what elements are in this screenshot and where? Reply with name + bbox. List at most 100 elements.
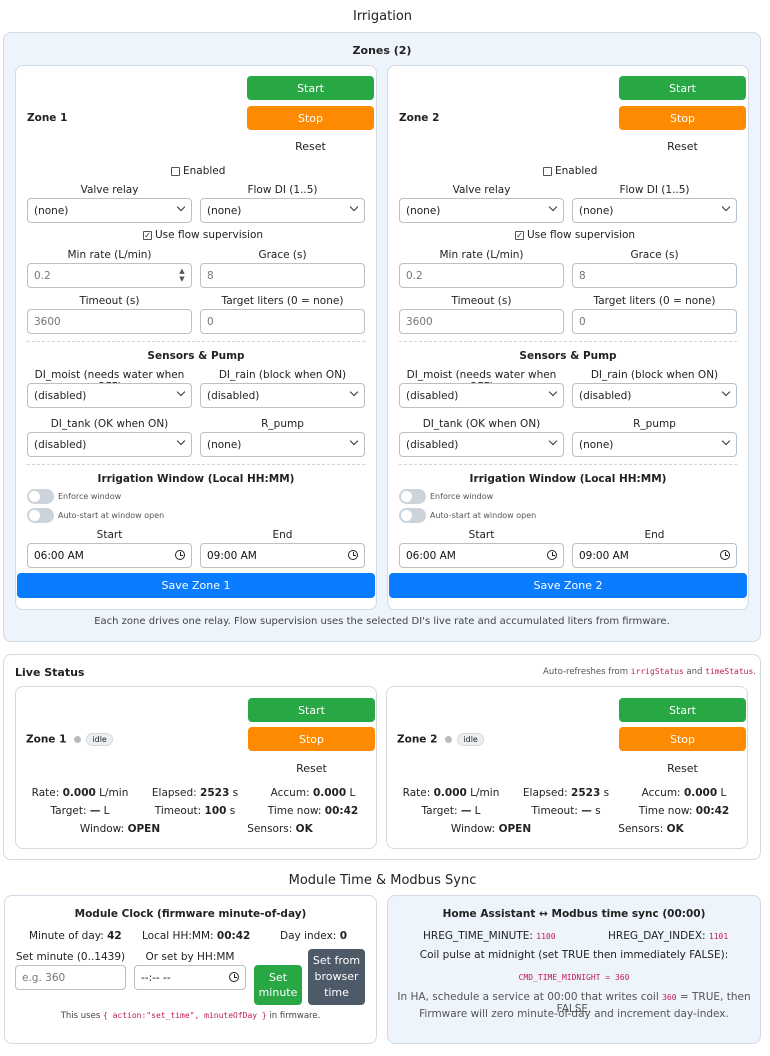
stop-button[interactable]: Stop (619, 727, 746, 751)
clock-icon[interactable] (175, 550, 185, 560)
set-minute-button[interactable]: Set minute (254, 965, 302, 1005)
autostart-toggle[interactable]: Auto-start at window open (399, 508, 536, 523)
min-rate-input[interactable]: 0.2 ▲ ▼ (27, 263, 192, 288)
minute-of-day: Minute of day: 42 (29, 930, 122, 942)
sensors-stat: Sensors: OK (618, 823, 684, 835)
use-flow-checkbox[interactable]: ✓ Use flow supervision (515, 229, 635, 241)
status-badge: idle (86, 733, 113, 746)
enforce-window-toggle[interactable]: Enforce window (27, 489, 121, 504)
stepper-icon[interactable]: ▲ ▼ (177, 267, 187, 284)
valve-relay-select[interactable]: (none) (399, 198, 564, 223)
clock-icon[interactable] (229, 972, 239, 982)
end-time-label: End (272, 529, 293, 541)
save-zone-button[interactable]: Save Zone 1 (17, 573, 375, 598)
start-button[interactable]: Start (247, 76, 374, 100)
use-flow-checkbox[interactable]: ✓ Use flow supervision (143, 229, 263, 241)
hreg-time-minute: HREG_TIME_MINUTE: 1100 (423, 930, 556, 942)
stop-button[interactable]: Stop (619, 106, 746, 130)
di-moist-select[interactable]: (disabled) (27, 383, 192, 408)
grace-label: Grace (s) (258, 249, 307, 261)
reset-button[interactable]: Reset (619, 762, 746, 775)
rate-stat: Rate: 0.000 L/min (402, 787, 500, 799)
r-pump-label: R_pump (261, 418, 304, 430)
grace-label: Grace (s) (630, 249, 679, 261)
start-button[interactable]: Start (248, 698, 375, 722)
module-clock-title: Module Clock (firmware minute-of-day) (74, 908, 307, 920)
r-pump-select[interactable]: (none) (200, 432, 365, 457)
hhmm-input[interactable]: --:-- -- (134, 965, 246, 990)
clock-icon[interactable] (547, 550, 557, 560)
grace-input[interactable]: 8 (572, 263, 737, 288)
status-badge: idle (457, 733, 484, 746)
chevron-down-icon (349, 387, 359, 397)
chevron-down-icon (721, 202, 731, 212)
window-stat: Window: OPEN (79, 823, 161, 835)
autorefresh-note: Auto-refreshes from irrigStatus and time… (543, 667, 756, 677)
reset-button[interactable]: Reset (248, 762, 375, 775)
target-input[interactable]: 0 (572, 309, 737, 334)
di-moist-select[interactable]: (disabled) (399, 383, 564, 408)
zone-name: Zone 1 (27, 112, 68, 124)
start-time-input[interactable]: 06:00 AM (399, 543, 564, 568)
enabled-checkbox[interactable]: Enabled (171, 165, 225, 177)
coil-pulse-text: Coil pulse at midnight (set TRUE then im… (419, 949, 729, 961)
live-zone-header: Zone 2 idle (397, 733, 484, 746)
di-rain-select[interactable]: (disabled) (200, 383, 365, 408)
chevron-down-icon (548, 202, 558, 212)
autostart-toggle[interactable]: Auto-start at window open (27, 508, 164, 523)
min-rate-label: Min rate (L/min) (67, 249, 152, 261)
flow-di-select[interactable]: (none) (200, 198, 365, 223)
clock-icon[interactable] (348, 550, 358, 560)
di-tank-select[interactable]: (disabled) (27, 432, 192, 457)
di-rain-select[interactable]: (disabled) (572, 383, 737, 408)
target-label: Target liters (0 = none) (593, 295, 716, 307)
set-from-browser-button[interactable]: Set from browser time (308, 949, 365, 1005)
r-pump-select[interactable]: (none) (572, 432, 737, 457)
reset-button[interactable]: Reset (247, 140, 374, 153)
di-tank-select[interactable]: (disabled) (399, 432, 564, 457)
local-hhmm: Local HH:MM: 00:42 (142, 930, 251, 942)
grace-input[interactable]: 8 (200, 263, 365, 288)
set-minute-input[interactable]: e.g. 360 (15, 965, 126, 990)
timeout-label: Timeout (s) (451, 295, 512, 307)
target-input[interactable]: 0 (200, 309, 365, 334)
valve-relay-label: Valve relay (80, 184, 139, 196)
page-title: Irrigation (352, 9, 413, 24)
chevron-down-icon (548, 436, 558, 446)
clock-icon[interactable] (720, 550, 730, 560)
valve-relay-select[interactable]: (none) (27, 198, 192, 223)
reset-button[interactable]: Reset (619, 140, 746, 153)
stop-button[interactable]: Stop (248, 727, 375, 751)
accum-stat: Accum: 0.000 L (270, 787, 356, 799)
enabled-checkbox[interactable]: Enabled (543, 165, 597, 177)
start-button[interactable]: Start (619, 698, 746, 722)
di-tank-label: DI_tank (OK when ON) (422, 418, 541, 430)
zone-name: Zone 2 (399, 112, 440, 124)
stop-button[interactable]: Stop (247, 106, 374, 130)
cmd-time-midnight: CMD_TIME_MIDNIGHT = 360 (518, 973, 630, 982)
di-rain-label: DI_rain (block when ON) (590, 369, 719, 381)
elapsed-stat: Elapsed: 2523 s (151, 787, 239, 799)
min-rate-input[interactable]: 0.2 (399, 263, 564, 288)
enforce-window-toggle[interactable]: Enforce window (399, 489, 493, 504)
chevron-down-icon (176, 202, 186, 212)
flow-di-select[interactable]: (none) (572, 198, 737, 223)
divider (399, 464, 737, 465)
start-time-input[interactable]: 06:00 AM (27, 543, 192, 568)
end-time-input[interactable]: 09:00 AM (200, 543, 365, 568)
chevron-down-icon (176, 436, 186, 446)
save-zone-button[interactable]: Save Zone 2 (389, 573, 747, 598)
rate-stat: Rate: 0.000 L/min (31, 787, 129, 799)
timeout-input[interactable]: 3600 (399, 309, 564, 334)
timeout-stat: Timeout: 100 s (154, 805, 236, 817)
timeout-input[interactable]: 3600 (27, 309, 192, 334)
end-time-label: End (644, 529, 665, 541)
chevron-down-icon (349, 202, 359, 212)
sensors-title: Sensors & Pump (147, 350, 245, 362)
start-button[interactable]: Start (619, 76, 746, 100)
flow-di-label: Flow DI (1..5) (619, 184, 690, 196)
live-zone-name: Zone 2 (397, 733, 438, 746)
end-time-input[interactable]: 09:00 AM (572, 543, 737, 568)
flow-di-label: Flow DI (1..5) (247, 184, 318, 196)
day-index: Day index: 0 (280, 930, 347, 942)
